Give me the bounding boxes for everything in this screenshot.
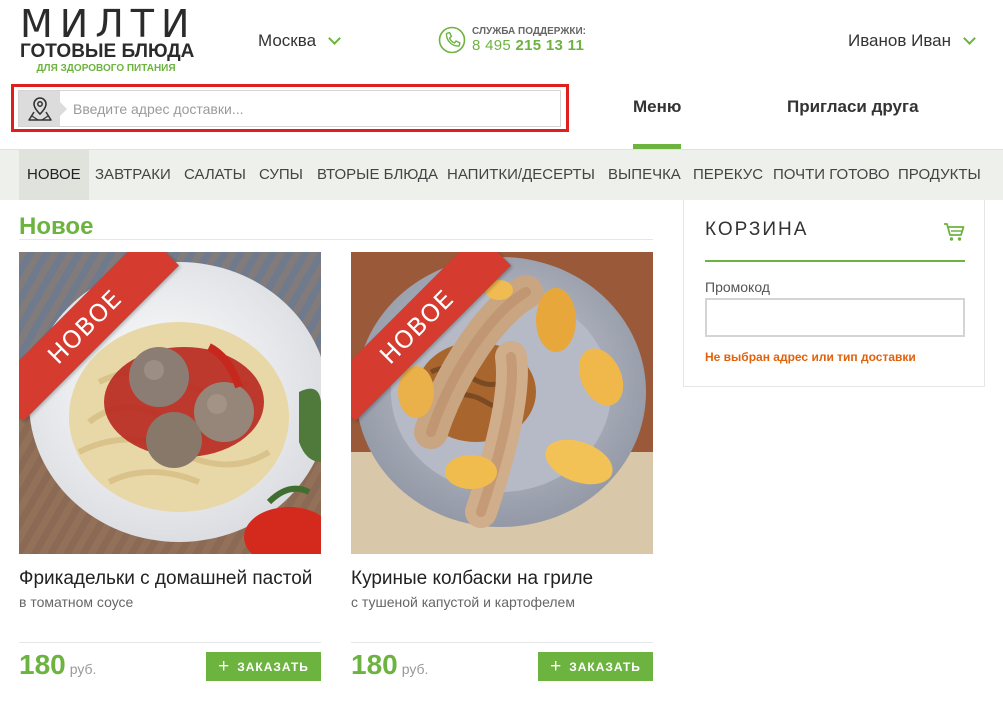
support-number-prefix: 8 495 bbox=[472, 36, 512, 54]
order-button[interactable]: + ЗАКАЗАТЬ bbox=[206, 652, 321, 681]
product-image[interactable]: НОВОЕ bbox=[19, 252, 321, 554]
logo-tagline: ДЛЯ ЗДОРОВОГО ПИТАНИЯ bbox=[36, 63, 176, 74]
city-label: Москва bbox=[258, 31, 317, 50]
section-divider bbox=[19, 239, 653, 240]
price-currency: руб. bbox=[69, 661, 97, 677]
product-divider bbox=[19, 642, 321, 643]
delivery-warning: Не выбран адрес или тип доставки bbox=[705, 350, 916, 364]
order-button-label: ЗАКАЗАТЬ bbox=[569, 659, 641, 674]
category-bakery[interactable]: ВЫПЕЧКА bbox=[608, 150, 681, 200]
user-name: Иванов Иван bbox=[848, 31, 952, 50]
product-divider bbox=[351, 642, 653, 643]
nav-invite-friend[interactable]: Пригласи друга bbox=[787, 97, 919, 117]
price-value: 180 bbox=[19, 649, 66, 680]
support-number: 8 495 215 13 11 bbox=[472, 37, 586, 55]
logo-subtitle: ГОТОВЫЕ БЛЮДА bbox=[20, 41, 195, 62]
category-salads[interactable]: САЛАТЫ bbox=[184, 150, 246, 200]
order-button-label: ЗАКАЗАТЬ bbox=[237, 659, 309, 674]
chicken-sausages-photo bbox=[351, 252, 653, 554]
logo[interactable]: МИЛТИ ГОТОВЫЕ БЛЮДА ДЛЯ ЗДОРОВОГО ПИТАНИ… bbox=[20, 2, 197, 75]
category-almost-ready[interactable]: ПОЧТИ ГОТОВО bbox=[773, 150, 890, 200]
product-card: НОВОЕ Куриные колбаски на гриле с тушено… bbox=[351, 252, 653, 681]
meatballs-pasta-photo bbox=[19, 252, 321, 554]
category-breakfast[interactable]: ЗАВТРАКИ bbox=[95, 150, 171, 200]
user-menu[interactable]: Иванов Иван bbox=[848, 31, 976, 51]
phone-icon bbox=[438, 26, 466, 54]
product-image[interactable]: НОВОЕ bbox=[351, 252, 653, 554]
category-bar: НОВОЕ ЗАВТРАКИ САЛАТЫ СУПЫ ВТОРЫЕ БЛЮДА … bbox=[0, 149, 1003, 200]
category-products[interactable]: ПРОДУКТЫ bbox=[898, 150, 981, 200]
product-subtitle: в томатном соусе bbox=[19, 594, 134, 610]
support-number-main: 215 13 11 bbox=[515, 36, 585, 54]
price-currency: руб. bbox=[401, 661, 429, 677]
cart-panel: КОРЗИНА Промокод Не выбран адрес или тип… bbox=[683, 200, 985, 387]
promo-label: Промокод bbox=[705, 279, 770, 295]
map-pin-icon bbox=[27, 96, 52, 121]
category-soups[interactable]: СУПЫ bbox=[259, 150, 303, 200]
map-pin-icon-box bbox=[19, 91, 67, 126]
product-title[interactable]: Фрикадельки с домашней пастой bbox=[19, 566, 321, 591]
product-subtitle: с тушеной капустой и картофелем bbox=[351, 594, 575, 610]
logo-name: МИЛТИ bbox=[20, 2, 197, 46]
product-card: НОВОЕ Фрикадельки с домашней пастой в то… bbox=[19, 252, 321, 681]
chevron-down-icon bbox=[328, 32, 341, 45]
nav-menu[interactable]: Меню bbox=[633, 97, 681, 117]
city-selector[interactable]: Москва bbox=[258, 31, 341, 51]
chevron-down-icon bbox=[963, 32, 976, 45]
category-new[interactable]: НОВОЕ bbox=[19, 150, 89, 200]
product-title[interactable]: Куриные колбаски на гриле bbox=[351, 566, 653, 591]
price-value: 180 bbox=[351, 649, 398, 680]
support-label: СЛУЖБА ПОДДЕРЖКИ: bbox=[472, 25, 587, 37]
plus-icon: + bbox=[550, 656, 563, 677]
section-title: Новое bbox=[19, 213, 94, 240]
shopping-cart-icon[interactable] bbox=[943, 221, 965, 243]
cart-divider bbox=[705, 260, 965, 262]
address-search[interactable] bbox=[18, 90, 561, 127]
category-main-dishes[interactable]: ВТОРЫЕ БЛЮДА bbox=[317, 150, 438, 200]
cart-title: КОРЗИНА bbox=[705, 219, 809, 240]
category-snacks[interactable]: ПЕРЕКУС bbox=[693, 150, 763, 200]
product-price: 180 руб. bbox=[19, 649, 96, 681]
promo-code-input[interactable] bbox=[705, 298, 965, 337]
category-drinks-desserts[interactable]: НАПИТКИ/ДЕСЕРТЫ bbox=[447, 150, 595, 200]
plus-icon: + bbox=[218, 656, 231, 677]
address-input[interactable] bbox=[60, 91, 560, 126]
support-phone[interactable]: СЛУЖБА ПОДДЕРЖКИ: 8 495 215 13 11 bbox=[437, 25, 586, 55]
product-price: 180 руб. bbox=[351, 649, 428, 681]
order-button[interactable]: + ЗАКАЗАТЬ bbox=[538, 652, 653, 681]
